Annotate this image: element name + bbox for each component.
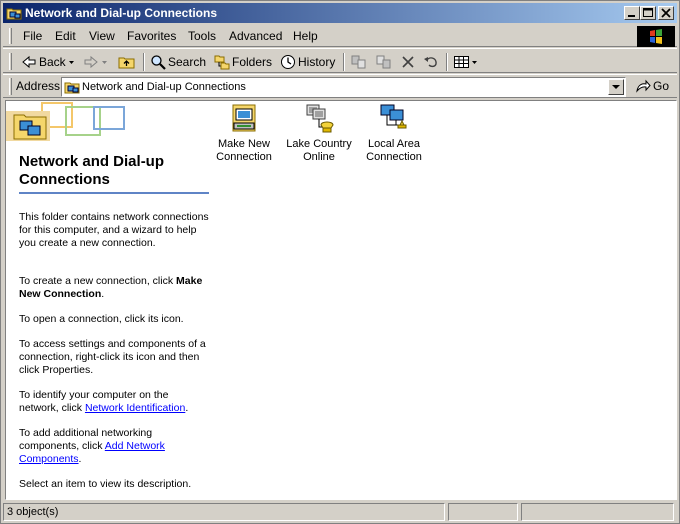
copy-to-icon — [376, 55, 391, 69]
forward-arrow-icon — [84, 55, 98, 69]
toolbar-separator — [446, 53, 448, 71]
views-grid-icon — [454, 56, 477, 68]
create-connection-text: To create a new connection, click Make N… — [19, 275, 209, 301]
address-dropdown-button[interactable] — [608, 79, 624, 95]
menu-help[interactable]: Help — [293, 29, 318, 43]
identify-text: To identify your computer on the network… — [19, 389, 209, 415]
forward-dropdown[interactable] — [101, 53, 108, 71]
menu-file[interactable]: File — [23, 29, 42, 43]
menu-grip[interactable] — [9, 28, 12, 44]
toolbar-separator — [143, 53, 145, 71]
folders-label: Folders — [232, 55, 273, 69]
explorer-window: Network and Dial-up Connections File Edi… — [0, 0, 680, 524]
undo-button[interactable] — [423, 53, 439, 71]
copy-to-button[interactable] — [375, 53, 393, 71]
network-identification-link[interactable]: Network Identification — [85, 402, 185, 414]
content-area: Network and Dial-up Connections This fol… — [5, 100, 677, 500]
folder-title: Network and Dial-up Connections — [19, 153, 165, 188]
web-view-pane: Network and Dial-up Connections This fol… — [6, 101, 211, 499]
back-label: Back — [39, 55, 66, 69]
address-bar: Address Network and Dial-up Connections … — [3, 74, 677, 98]
search-button[interactable]: Search — [150, 53, 206, 71]
menu-view[interactable]: View — [89, 29, 115, 43]
network-folder-icon — [64, 82, 80, 94]
folder-banner-graphic — [6, 101, 211, 151]
delete-button[interactable] — [400, 53, 416, 71]
standard-toolbar: Back Search Folders History — [3, 48, 677, 73]
menu-favorites[interactable]: Favorites — [127, 29, 176, 43]
access-settings-text: To access settings and components of a c… — [19, 338, 206, 376]
create-suffix: . — [101, 288, 105, 300]
lake-country-online-item[interactable]: Lake Country Online — [280, 103, 358, 164]
add-components-text: To add additional networking components,… — [19, 427, 209, 466]
icon-label: Make New Connection — [216, 138, 272, 163]
search-label: Search — [168, 55, 207, 69]
network-folder-icon — [6, 8, 22, 20]
status-object-count: 3 object(s) — [3, 503, 445, 521]
folders-icon — [214, 55, 230, 70]
open-connection-text: To open a connection, click its icon. — [19, 313, 184, 325]
minimize-button[interactable] — [624, 6, 640, 20]
move-to-icon — [351, 55, 366, 69]
go-arrow-icon — [636, 79, 651, 93]
window-title: Network and Dial-up Connections — [25, 6, 218, 20]
toolbar-grip[interactable] — [9, 53, 12, 70]
icon-label: Local Area Connection — [366, 138, 422, 163]
minimize-icon — [628, 15, 635, 17]
close-icon — [661, 8, 671, 18]
maximize-icon — [643, 8, 653, 17]
go-label: Go — [653, 79, 670, 93]
views-button[interactable] — [453, 53, 479, 71]
add-suffix: . — [78, 453, 82, 465]
address-value: Network and Dial-up Connections — [82, 81, 246, 93]
forward-button[interactable] — [83, 53, 99, 71]
menu-tools[interactable]: Tools — [188, 29, 216, 43]
dial-up-connection-icon — [306, 104, 334, 133]
title-divider — [19, 192, 209, 194]
history-button[interactable]: History — [280, 53, 335, 71]
windows-flag-icon — [650, 29, 662, 44]
status-bar: 3 object(s) — [3, 502, 677, 522]
delete-x-icon — [402, 56, 414, 68]
undo-icon — [424, 57, 437, 68]
search-icon — [151, 55, 166, 70]
back-arrow-icon — [22, 55, 36, 69]
lan-connection-icon — [380, 104, 407, 129]
intro-text: This folder contains network connections… — [19, 211, 209, 249]
local-area-connection-item[interactable]: Local Area Connection — [355, 103, 433, 164]
address-label: Address — [16, 79, 61, 93]
status-pane-2 — [448, 503, 518, 521]
history-label: History — [298, 55, 336, 69]
address-grip[interactable] — [9, 78, 12, 95]
up-folder-button[interactable] — [118, 53, 136, 71]
close-button[interactable] — [658, 6, 674, 20]
menu-bar: File Edit View Favorites Tools Advanced … — [3, 25, 677, 47]
back-dropdown[interactable] — [68, 53, 75, 71]
create-prefix: To create a new connection, click — [19, 275, 174, 287]
windows-logo — [637, 26, 675, 47]
status-pane-3 — [521, 503, 674, 521]
make-new-connection-item[interactable]: Make New Connection — [205, 103, 283, 164]
menu-edit[interactable]: Edit — [55, 29, 76, 43]
dropdown-arrow-icon — [69, 61, 74, 64]
go-button[interactable]: Go — [635, 78, 669, 94]
folders-button[interactable]: Folders — [214, 53, 272, 71]
toolbar-separator — [343, 53, 345, 71]
icon-label: Lake Country Online — [286, 138, 352, 163]
make-new-connection-icon — [232, 104, 256, 132]
move-to-button[interactable] — [350, 53, 368, 71]
identify-suffix: . — [185, 402, 189, 414]
menu-advanced[interactable]: Advanced — [229, 29, 282, 43]
history-icon — [281, 55, 295, 69]
address-input[interactable]: Network and Dial-up Connections — [61, 77, 626, 97]
maximize-button[interactable] — [640, 6, 656, 20]
up-folder-icon — [118, 57, 135, 69]
back-button[interactable]: Back — [21, 53, 66, 71]
select-item-text: Select an item to view its description. — [19, 478, 192, 490]
title-bar[interactable]: Network and Dial-up Connections — [3, 3, 677, 23]
dropdown-arrow-icon — [102, 61, 107, 64]
chevron-down-icon — [612, 85, 620, 89]
